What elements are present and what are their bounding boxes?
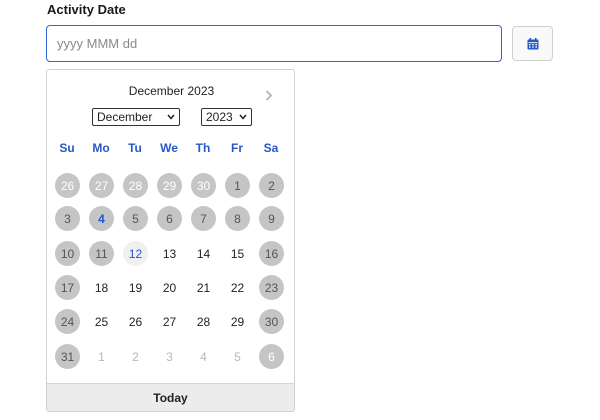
calendar-day[interactable]: 25 [89, 309, 114, 334]
calendar-day[interactable]: 18 [89, 275, 114, 300]
calendar-day[interactable]: 9 [259, 206, 284, 231]
calendar-day[interactable]: 19 [123, 275, 148, 300]
calendar-day[interactable]: 12 [123, 241, 148, 266]
calendar-day-other-month[interactable]: 30 [191, 173, 216, 198]
datepicker-popup: December 2023 December 2023 Su Mo Tu We Th Fr… [46, 69, 295, 412]
calendar-day[interactable]: 5 [123, 206, 148, 231]
calendar-day[interactable]: 21 [191, 275, 216, 300]
calendar-day[interactable]: 24 [55, 309, 80, 334]
calendar-day[interactable]: 31 [55, 344, 80, 369]
calendar-button[interactable] [512, 26, 553, 61]
calendar-day[interactable]: 4 [89, 206, 114, 231]
calendar-day[interactable]: 1 [225, 173, 250, 198]
calendar-day[interactable]: 6 [157, 206, 182, 231]
calendar-day[interactable]: 20 [157, 275, 182, 300]
calendar-day-other-month[interactable]: 29 [157, 173, 182, 198]
calendar-day-other-month[interactable]: 5 [225, 344, 250, 369]
calendar-day[interactable]: 2 [259, 173, 284, 198]
calendar-icon [527, 37, 539, 50]
calendar-day[interactable]: 27 [157, 309, 182, 334]
calendar-day[interactable]: 23 [259, 275, 284, 300]
today-button[interactable]: Today [47, 383, 294, 411]
calendar-day[interactable]: 15 [225, 241, 250, 266]
calendar-day[interactable]: 3 [55, 206, 80, 231]
calendar-day[interactable]: 14 [191, 241, 216, 266]
calendar-day[interactable]: 29 [225, 309, 250, 334]
calendar-day-other-month[interactable]: 2 [123, 344, 148, 369]
calendar-day[interactable]: 28 [191, 309, 216, 334]
calendar-day[interactable]: 17 [55, 275, 80, 300]
calendar-day[interactable]: 8 [225, 206, 250, 231]
calendar-day[interactable]: 26 [123, 309, 148, 334]
activity-date-input[interactable] [46, 25, 502, 62]
calendar-day-other-month[interactable]: 6 [259, 344, 284, 369]
calendar-day[interactable]: 22 [225, 275, 250, 300]
day-grid: 26 27 28 29 30 1 2 3 4 5 6 7 8 9 10 11 12 13 14 15 16 17 18 19 2… [47, 70, 294, 390]
calendar-day-other-month[interactable]: 1 [89, 344, 114, 369]
calendar-day[interactable]: 7 [191, 206, 216, 231]
calendar-day[interactable]: 16 [259, 241, 284, 266]
field-label: Activity Date [47, 2, 126, 17]
calendar-day-other-month[interactable]: 3 [157, 344, 182, 369]
calendar-day[interactable]: 11 [89, 241, 114, 266]
calendar-day-other-month[interactable]: 27 [89, 173, 114, 198]
calendar-day[interactable]: 13 [157, 241, 182, 266]
calendar-day[interactable]: 30 [259, 309, 284, 334]
calendar-day-other-month[interactable]: 28 [123, 173, 148, 198]
calendar-day-other-month[interactable]: 4 [191, 344, 216, 369]
calendar-day-other-month[interactable]: 26 [55, 173, 80, 198]
calendar-day[interactable]: 10 [55, 241, 80, 266]
